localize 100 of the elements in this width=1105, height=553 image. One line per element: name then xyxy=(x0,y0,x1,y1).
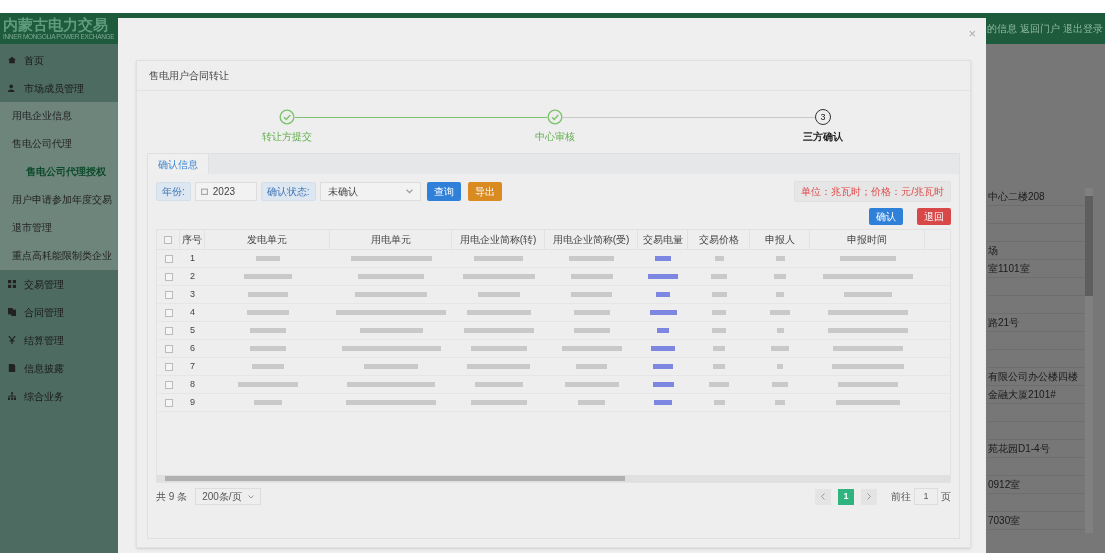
blurred-text xyxy=(249,346,286,351)
previous-page-button[interactable] xyxy=(815,488,831,505)
page-field[interactable]: 1 xyxy=(914,488,938,505)
chevron-down-icon xyxy=(405,189,413,194)
return-button[interactable]: 退回 xyxy=(917,208,951,225)
next-page-button[interactable] xyxy=(861,488,877,505)
export-button[interactable]: 导出 xyxy=(467,182,502,201)
page-suffix: 页 xyxy=(941,490,951,504)
sidebar-subitem[interactable]: 用电企业信息 xyxy=(0,102,118,130)
blurred-text xyxy=(713,346,725,351)
blurred-text xyxy=(237,382,298,387)
table-cell-text: 苑花园D1-4号 xyxy=(988,443,1050,454)
blurred-text xyxy=(714,256,724,261)
header-link[interactable]: 返回门户 xyxy=(1020,21,1060,36)
page-size-select[interactable]: 200条/页 xyxy=(195,488,261,505)
column-header: 序号 xyxy=(182,233,202,247)
sidebar-item[interactable]: 交易管理 xyxy=(0,270,118,298)
sidebar-item[interactable]: 首页 xyxy=(0,46,118,74)
blurred-text xyxy=(711,292,727,297)
sidebar-item[interactable]: 市场成员管理 xyxy=(0,74,118,102)
blurred-text xyxy=(654,400,672,405)
query-button[interactable]: 查询 xyxy=(426,182,461,201)
close-button[interactable]: × xyxy=(968,24,976,44)
tab[interactable]: 确认信息 xyxy=(148,154,209,174)
blurred-text xyxy=(358,274,424,279)
row-checkbox[interactable] xyxy=(164,272,173,281)
row-checkbox[interactable] xyxy=(164,326,173,335)
blurred-text xyxy=(466,310,531,315)
header-link[interactable]: 的信息 xyxy=(987,21,1017,36)
blurred-text xyxy=(709,382,729,387)
row-checkbox[interactable] xyxy=(164,344,173,353)
blurred-text xyxy=(772,382,788,387)
confirm-button[interactable]: 确认 xyxy=(869,208,903,225)
blurred-text xyxy=(576,364,607,369)
column-header: 用电企业简称(受) xyxy=(552,233,630,247)
blurred-text xyxy=(770,310,790,315)
row-number: 8 xyxy=(190,377,195,391)
row-checkbox[interactable] xyxy=(164,380,173,389)
goto-label: 前往 xyxy=(891,490,911,504)
row-number: 1 xyxy=(190,251,195,265)
blurred-text xyxy=(573,328,610,333)
sidebar-subitem[interactable]: 用户申请参加年度交易 xyxy=(0,186,118,214)
page-button[interactable]: 1 xyxy=(838,488,854,505)
table-cell-text: 路21号 xyxy=(988,317,1020,328)
home-icon xyxy=(8,56,16,64)
sidebar-item[interactable]: 信息披露 xyxy=(0,354,118,382)
sidebar-subitem[interactable]: 重点高耗能限制类企业 xyxy=(0,242,118,270)
column-header: 交易电量 xyxy=(642,233,683,247)
column-header: 用电企业简称(转) xyxy=(459,233,537,247)
blurred-text xyxy=(359,328,423,333)
blurred-text xyxy=(253,400,282,405)
sidebar-item[interactable]: 综合业务 xyxy=(0,382,118,410)
header-link[interactable]: 退出登录 xyxy=(1063,21,1103,36)
blurred-text xyxy=(470,400,527,405)
row-checkbox[interactable] xyxy=(164,254,173,263)
blurred-text xyxy=(712,310,726,315)
sidebar-subitem[interactable]: 售电公司代理授权 xyxy=(0,158,118,186)
row-checkbox[interactable] xyxy=(164,398,173,407)
blurred-text xyxy=(243,274,292,279)
sidebar-subitem[interactable]: 售电公司代理 xyxy=(0,130,118,158)
table-cell-text: 场 xyxy=(988,245,998,256)
blurred-text xyxy=(573,310,610,315)
blurred-text xyxy=(564,382,619,387)
sidebar-subitem[interactable]: 退市管理 xyxy=(0,214,118,242)
row-number: 4 xyxy=(190,305,195,319)
table-cell-text: 0912室 xyxy=(988,479,1021,490)
status-select[interactable]: 未确认 xyxy=(319,182,421,201)
calendar-icon xyxy=(200,188,208,195)
column-header: 用电单元 xyxy=(370,233,411,247)
sidebar-item[interactable]: 合同管理 xyxy=(0,298,118,326)
blurred-text xyxy=(776,328,784,333)
blurred-text xyxy=(774,274,786,279)
filter-label: 年份: xyxy=(156,182,191,201)
row-number: 9 xyxy=(190,395,195,409)
row-checkbox[interactable] xyxy=(164,308,173,317)
blurred-text xyxy=(571,292,612,297)
row-checkbox[interactable] xyxy=(164,362,173,371)
year-field[interactable]: 2023 xyxy=(194,182,257,201)
row-checkbox[interactable] xyxy=(164,290,173,299)
blurred-text xyxy=(561,346,622,351)
blurred-text xyxy=(247,292,288,297)
blurred-text xyxy=(569,256,614,261)
sidebar-item[interactable]: 结算管理 xyxy=(0,326,118,354)
chevron-right-icon xyxy=(867,493,871,500)
total-count: 共 9 条 xyxy=(156,490,188,504)
blurred-text xyxy=(712,328,726,333)
step-label: 三方确认 xyxy=(803,130,843,144)
row-number: 5 xyxy=(190,323,195,337)
blurred-text xyxy=(470,346,527,351)
step-number: 3 xyxy=(815,109,831,125)
blurred-text xyxy=(355,292,427,297)
blurred-text xyxy=(832,346,903,351)
blurred-text xyxy=(777,364,783,369)
blurred-text xyxy=(255,256,280,261)
blurred-text xyxy=(651,346,675,351)
blurred-text xyxy=(649,310,677,315)
blurred-text xyxy=(364,364,418,369)
select-all-checkbox[interactable] xyxy=(164,235,172,244)
blurred-text xyxy=(837,382,898,387)
blurred-text xyxy=(467,364,530,369)
